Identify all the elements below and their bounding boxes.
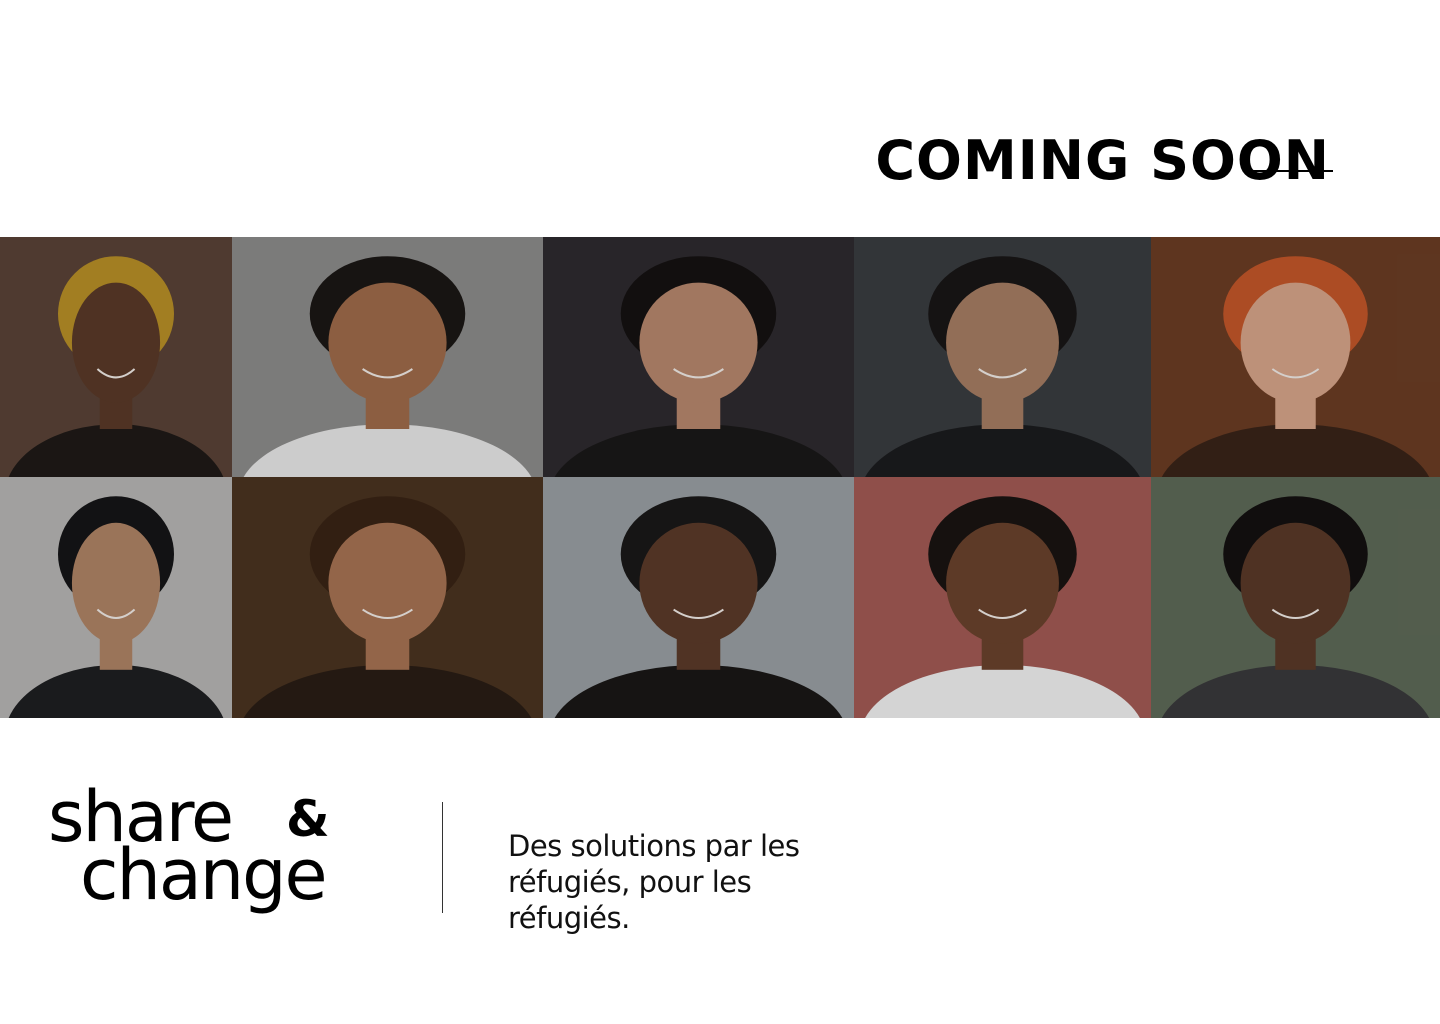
portrait-photo — [0, 237, 232, 477]
photo-overlay — [543, 477, 854, 718]
logo-word-change: change — [80, 834, 328, 916]
tagline: Des solutions par les réfugiés, pour les… — [508, 829, 800, 935]
portrait-photo — [854, 237, 1151, 477]
portrait-photo — [543, 237, 854, 477]
share-and-change-logo: share & change — [48, 782, 378, 922]
portrait-photo — [543, 477, 854, 718]
photo-overlay — [0, 477, 232, 718]
photo-overlay — [0, 237, 232, 477]
portrait-photo — [232, 237, 543, 477]
portrait-photo — [854, 477, 1151, 718]
vertical-divider — [442, 802, 443, 913]
portrait-photo — [1151, 477, 1440, 718]
portrait-photo — [1151, 237, 1440, 477]
photo-overlay — [1151, 237, 1440, 477]
portrait-photo — [0, 477, 232, 718]
photo-overlay — [543, 237, 854, 477]
photo-overlay — [854, 237, 1151, 477]
portrait-photo — [232, 477, 543, 718]
photo-overlay — [232, 237, 543, 477]
photo-overlay — [1151, 477, 1440, 718]
photo-grid — [0, 237, 1440, 718]
page-title: COMING SOON — [875, 129, 1330, 193]
photo-overlay — [232, 477, 543, 718]
photo-overlay — [854, 477, 1151, 718]
title-underline — [1245, 170, 1333, 172]
